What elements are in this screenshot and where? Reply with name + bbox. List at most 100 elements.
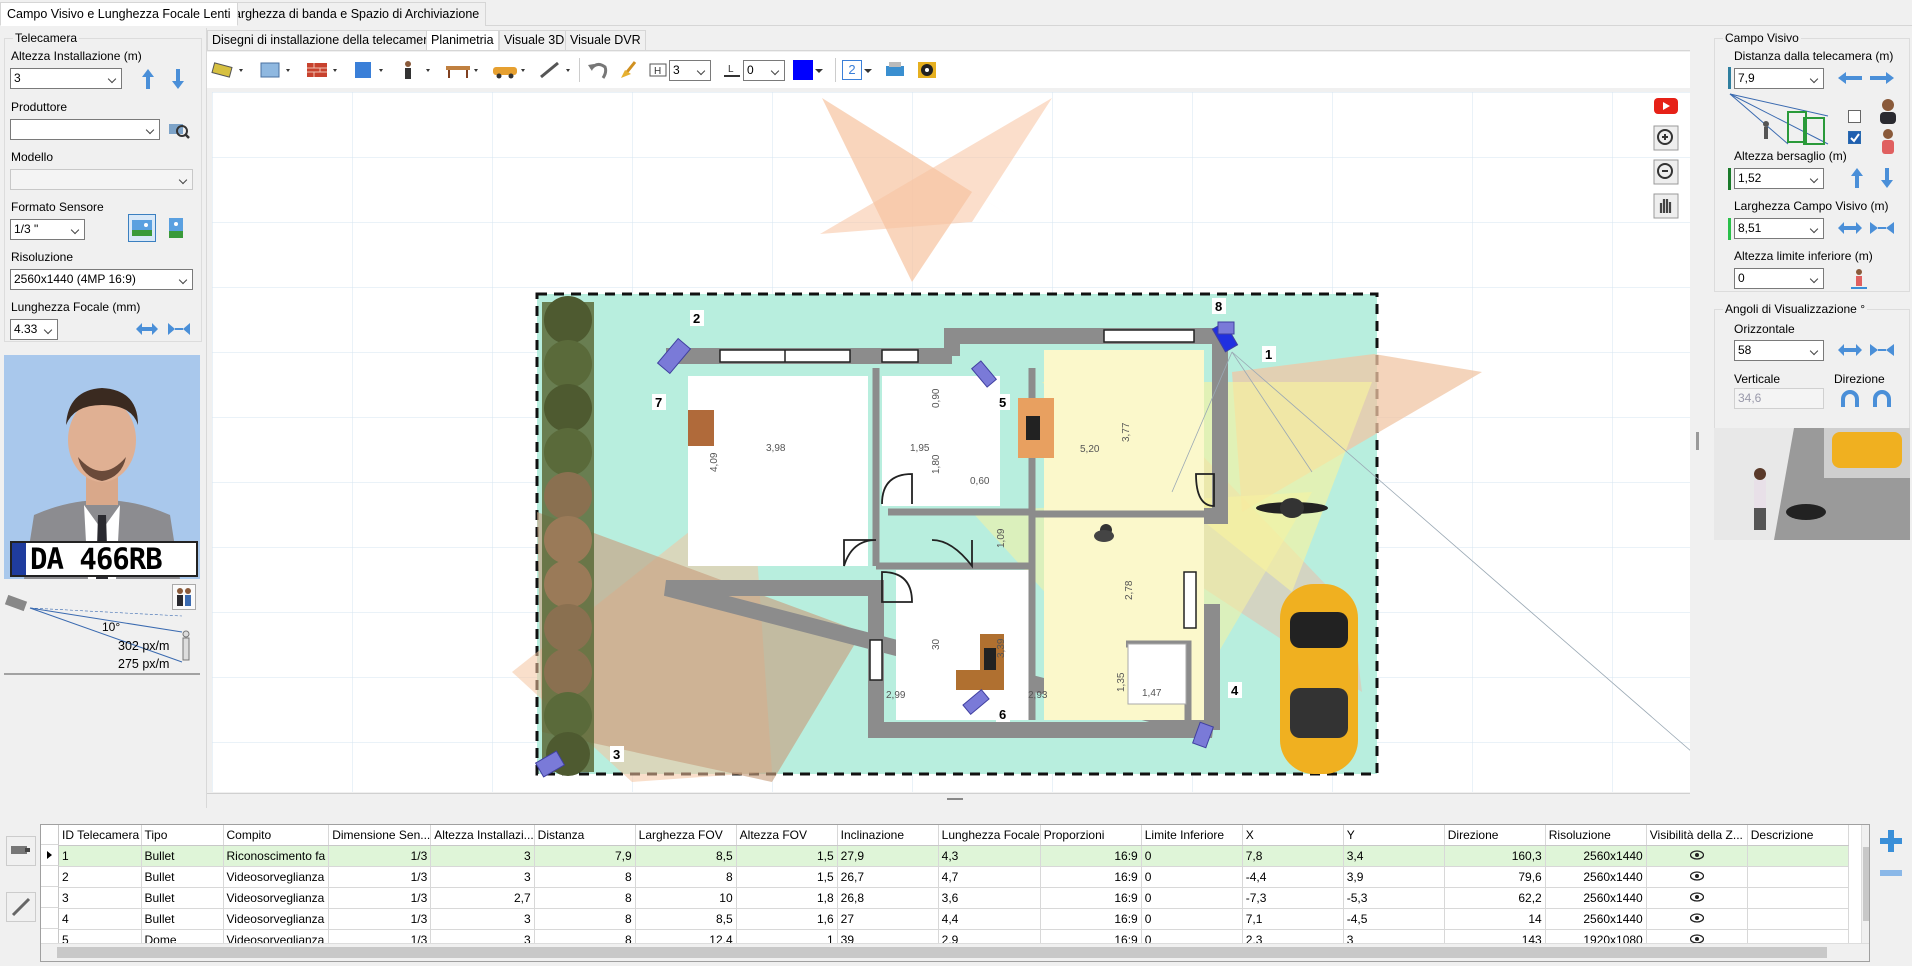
table-cell[interactable]: 4,7 xyxy=(938,866,1041,888)
person-target-button[interactable] xyxy=(1872,96,1904,126)
youtube-button[interactable] xyxy=(1652,92,1680,120)
table-cell[interactable]: 79,6 xyxy=(1444,866,1546,888)
table-cell[interactable]: 16:9 xyxy=(1040,866,1142,888)
zoom-in-button[interactable] xyxy=(1652,124,1680,152)
column-header[interactable]: X xyxy=(1242,825,1344,846)
table-cell[interactable]: 3,4 xyxy=(1343,845,1445,867)
camera-lens-button[interactable] xyxy=(913,58,941,82)
distanza-increase-button[interactable] xyxy=(1868,68,1896,88)
table-cell[interactable]: 4,3 xyxy=(938,845,1041,867)
column-header[interactable]: Altezza FOV xyxy=(736,825,838,846)
produttore-select[interactable] xyxy=(10,119,160,140)
table-cell[interactable]: 62,2 xyxy=(1444,887,1546,909)
table-row[interactable]: 3 Bullet Videosorveglianza 1/3 2,7 8 10 1,8 26,8… xyxy=(59,887,1849,909)
remove-camera-button[interactable] xyxy=(1876,858,1906,888)
subtab-disegni[interactable]: Disegni di installazione della telecamer… xyxy=(207,30,440,50)
table-cell[interactable]: 3 xyxy=(430,866,535,888)
focale-narrow-button[interactable] xyxy=(166,319,192,339)
table-cell[interactable]: 26,8 xyxy=(837,887,939,909)
column-header[interactable]: Y xyxy=(1343,825,1445,846)
height-icon-button[interactable]: H xyxy=(647,58,669,82)
table-cell[interactable] xyxy=(1646,908,1748,930)
column-header[interactable]: Tipo xyxy=(141,825,224,846)
focale-widen-button[interactable] xyxy=(134,319,160,339)
limite-select[interactable]: 0 xyxy=(1734,268,1824,289)
larghezza-narrow-button[interactable] xyxy=(1868,218,1896,238)
table-cell[interactable]: Videosorveglianza xyxy=(223,866,330,888)
table-cell[interactable]: 3 xyxy=(59,887,142,909)
table-cell[interactable]: 10 xyxy=(635,887,737,909)
horizontal-scrollbar[interactable] xyxy=(41,943,1869,961)
cube-tool-button[interactable] xyxy=(350,58,388,82)
table-cell[interactable]: 8,5 xyxy=(635,845,737,867)
column-header[interactable]: Inclinazione xyxy=(837,825,939,846)
column-header[interactable]: Proporzioni xyxy=(1040,825,1142,846)
layer-button[interactable]: 2 xyxy=(839,58,877,82)
people-toggle-button[interactable] xyxy=(172,584,196,610)
table-cell[interactable]: 1/3 xyxy=(328,866,432,888)
vertical-scrollbar[interactable] xyxy=(1861,825,1869,943)
subtab-visuale-3d[interactable]: Visuale 3D xyxy=(499,30,570,50)
table-cell[interactable]: 8 xyxy=(534,908,636,930)
table-cell[interactable] xyxy=(1747,908,1849,930)
risoluzione-select[interactable]: 2560x1440 (4MP 16:9) xyxy=(10,269,193,290)
brick-tool-button[interactable] xyxy=(303,58,341,82)
table-cell[interactable]: 0 xyxy=(1141,887,1243,909)
table-cell[interactable]: 27 xyxy=(837,908,939,930)
table-cell[interactable]: Videosorveglianza xyxy=(223,887,330,909)
column-header[interactable]: Direzione xyxy=(1444,825,1546,846)
add-camera-button[interactable] xyxy=(1876,826,1906,856)
table-cell[interactable] xyxy=(1646,845,1748,867)
bersaglio-select[interactable]: 1,52 xyxy=(1734,168,1824,189)
table-cell[interactable]: 0 xyxy=(1141,845,1243,867)
altezza-up-button[interactable] xyxy=(138,66,158,92)
table-cell[interactable]: 2560x1440 xyxy=(1545,866,1647,888)
furniture-tool-button[interactable] xyxy=(443,58,483,82)
search-camera-button[interactable] xyxy=(166,117,192,141)
table-cell[interactable]: 8,5 xyxy=(635,908,737,930)
table-cell[interactable]: 7,1 xyxy=(1242,908,1344,930)
orizz-select[interactable]: 58 xyxy=(1734,340,1824,361)
bersaglio-up-button[interactable] xyxy=(1848,164,1866,192)
right-splitter-grip[interactable] xyxy=(1696,432,1699,450)
table-cell[interactable]: Riconoscimento fa xyxy=(223,845,330,867)
bersaglio-down-button[interactable] xyxy=(1878,164,1896,192)
column-header[interactable]: Descrizione xyxy=(1747,825,1849,846)
table-cell[interactable]: 1 xyxy=(59,845,142,867)
table-cell[interactable]: 2,7 xyxy=(430,887,535,909)
limite-person-button[interactable] xyxy=(1848,266,1870,292)
table-cell[interactable] xyxy=(1747,845,1849,867)
left-splitter[interactable] xyxy=(206,28,207,808)
column-header[interactable]: Visibilità della Z... xyxy=(1646,825,1748,846)
tab-campo-visivo[interactable]: Campo Visivo e Lunghezza Focale Lenti xyxy=(0,2,238,26)
table-cell[interactable]: 8 xyxy=(534,866,636,888)
table-cell[interactable]: 7,9 xyxy=(534,845,636,867)
vertical-scroll-thumb[interactable] xyxy=(1863,847,1869,921)
subtab-visuale-dvr[interactable]: Visuale DVR xyxy=(565,30,646,50)
tab-larghezza-banda[interactable]: Larghezza di banda e Spazio di Archiviaz… xyxy=(220,2,487,26)
measure-list-button[interactable] xyxy=(6,892,36,922)
table-cell[interactable]: 7,8 xyxy=(1242,845,1344,867)
portrait-button[interactable] xyxy=(164,214,188,242)
table-cell[interactable]: Videosorveglianza xyxy=(223,908,330,930)
table-row[interactable]: 4 Bullet Videosorveglianza 1/3 3 8 8,5 1,6 27 4,4… xyxy=(59,908,1849,930)
line-select[interactable]: 0 xyxy=(743,60,785,81)
table-cell[interactable]: 4,4 xyxy=(938,908,1041,930)
table-cell[interactable]: 16:9 xyxy=(1040,845,1142,867)
table-cell[interactable]: 26,7 xyxy=(837,866,939,888)
rotate-left-button[interactable] xyxy=(1836,386,1864,412)
table-cell[interactable]: -4,5 xyxy=(1343,908,1445,930)
table-cell[interactable]: 1,6 xyxy=(736,908,838,930)
table-cell[interactable]: 0 xyxy=(1141,908,1243,930)
table-cell[interactable]: -7,3 xyxy=(1242,887,1344,909)
table-cell[interactable]: 27,9 xyxy=(837,845,939,867)
orizz-widen-button[interactable] xyxy=(1836,340,1864,360)
table-cell[interactable]: 8 xyxy=(534,887,636,909)
table-cell[interactable]: -4,4 xyxy=(1242,866,1344,888)
modello-select[interactable] xyxy=(10,169,193,190)
measure-tool-button[interactable] xyxy=(537,58,575,82)
table-cell[interactable] xyxy=(1747,866,1849,888)
body-target-button[interactable] xyxy=(1872,126,1904,156)
table-row[interactable]: 1 Bullet Riconoscimento fa 1/3 3 7,9 8,5 1,5 27,… xyxy=(59,845,1849,867)
body-checkbox[interactable] xyxy=(1848,131,1861,144)
